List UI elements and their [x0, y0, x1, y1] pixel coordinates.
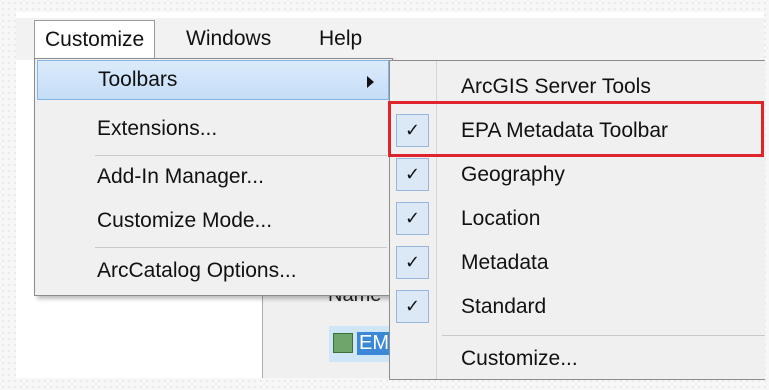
toolbar-item-metadata[interactable]: ✓ Metadata [390, 241, 765, 285]
checkmark-icon: ✓ [396, 158, 429, 191]
menu-separator [95, 155, 387, 156]
checkmark-icon: ✓ [396, 246, 429, 279]
checkmark-icon: ✓ [396, 202, 429, 235]
menu-bar: Customize Windows Help [16, 18, 764, 60]
menu-item-arccatalog-options[interactable]: ArcCatalog Options... [37, 251, 389, 291]
menu-item-label: Extensions... [97, 117, 218, 140]
menu-item-label: Add-In Manager... [97, 165, 264, 188]
toolbar-item-label: Location [461, 207, 541, 230]
checkmark-icon: ✓ [396, 290, 429, 323]
highlight-annotation-box [388, 101, 764, 157]
toolbar-item-label: Geography [461, 163, 565, 186]
submenu-separator [442, 335, 765, 336]
menu-item-toolbars[interactable]: Toolbars [37, 60, 389, 100]
toolbar-item-label: Metadata [461, 251, 549, 274]
selected-catalog-item[interactable]: EM [329, 326, 391, 362]
toolbar-item-standard[interactable]: ✓ Standard [390, 285, 765, 329]
feature-class-icon [333, 333, 353, 353]
toolbar-item-label: Customize... [461, 347, 578, 370]
menu-item-label: Customize Mode... [97, 209, 273, 232]
selected-item-label: EM [357, 332, 391, 355]
menu-separator [95, 247, 387, 248]
menu-customize[interactable]: Customize [34, 20, 156, 59]
toolbar-item-location[interactable]: ✓ Location [390, 197, 765, 241]
menu-item-extensions[interactable]: Extensions... [37, 109, 389, 149]
customize-dropdown: Toolbars Extensions... Add-In Manager...… [34, 58, 393, 296]
toolbar-item-geography[interactable]: ✓ Geography [390, 153, 765, 197]
toolbar-item-label: Standard [461, 295, 547, 318]
menu-help[interactable]: Help [309, 20, 372, 58]
toolbar-item-customize[interactable]: Customize... [390, 337, 765, 381]
submenu-arrow-icon [367, 76, 374, 88]
menu-item-label: ArcCatalog Options... [97, 259, 297, 282]
menu-item-label: Toolbars [98, 68, 178, 91]
menu-windows[interactable]: Windows [176, 20, 281, 58]
menu-item-add-in-manager[interactable]: Add-In Manager... [37, 157, 389, 197]
menu-item-customize-mode[interactable]: Customize Mode... [37, 201, 389, 241]
